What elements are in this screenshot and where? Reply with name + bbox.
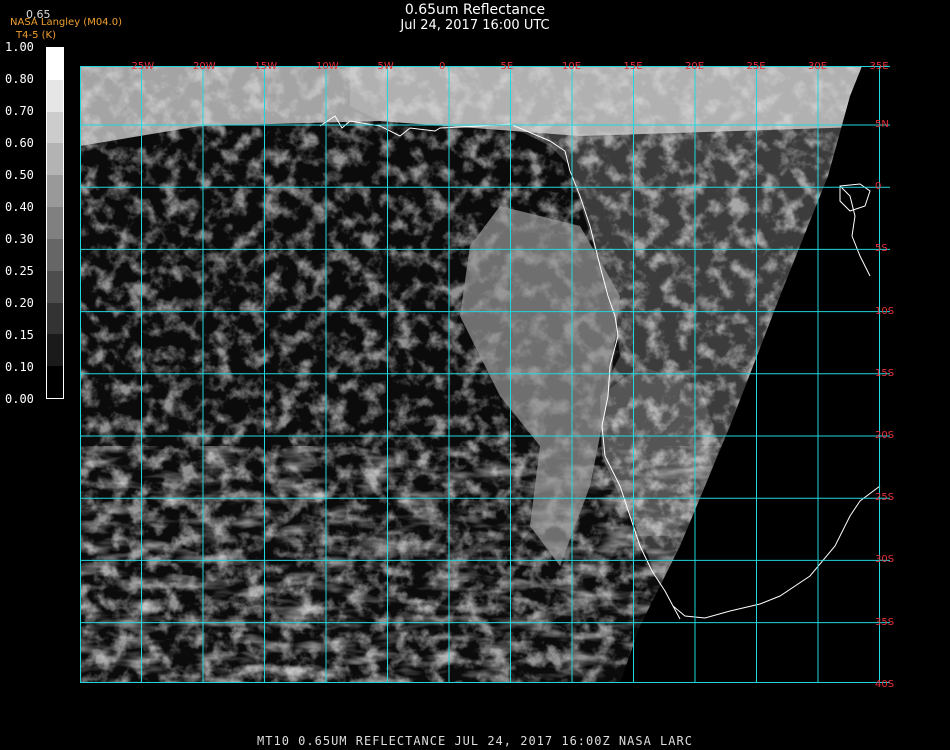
latitude-label: 10S	[875, 305, 895, 317]
reflectance-colorbar	[46, 47, 64, 399]
colorbar-label: 0.10	[5, 360, 34, 374]
latitude-label: 15S	[875, 367, 895, 379]
satellite-map	[80, 66, 890, 683]
colorbar-step	[47, 270, 63, 303]
longitude-label: 30E	[808, 61, 828, 72]
colorbar-label: 0.25	[5, 264, 34, 278]
colorbar-step	[47, 48, 63, 80]
colorbar-step	[47, 366, 63, 398]
colorbar-step	[47, 111, 63, 144]
latitude-label: 0	[875, 181, 882, 193]
longitude-label: 5E	[500, 61, 514, 72]
colorbar-label: 0.40	[5, 200, 34, 214]
latitude-label: 35S	[875, 616, 895, 628]
colorbar-label: 0.00	[5, 392, 34, 406]
longitude-label: 15W	[254, 61, 278, 72]
colorbar-label: 0.15	[5, 328, 34, 342]
latitude-label: 5N	[875, 119, 889, 130]
latitude-label: 20S	[875, 430, 895, 441]
colorbar-top-label: 0.65	[26, 8, 51, 21]
colorbar-label: 1.00	[5, 40, 34, 54]
map-subtitle: Jul 24, 2017 16:00 UTC	[400, 18, 550, 33]
longitude-label: 5W	[377, 61, 394, 72]
footer-caption: MT10 0.65UM REFLECTANCE JUL 24, 2017 16:…	[257, 734, 693, 748]
longitude-label: 25W	[131, 61, 155, 72]
longitude-label: 35E	[869, 61, 889, 72]
colorbar-step	[47, 238, 63, 271]
colorbar-label: 0.80	[5, 72, 34, 86]
latitude-label: 25S	[875, 492, 895, 504]
colorbar-step	[47, 207, 63, 239]
longitude-label: 0	[439, 61, 446, 72]
latitude-label: 40S	[875, 678, 895, 690]
colorbar-label: 0.20	[5, 296, 34, 310]
map-title: 0.65um Reflectance	[404, 2, 546, 18]
colorbar-step	[47, 175, 63, 208]
latitude-label: 30S	[875, 554, 895, 566]
longitude-label: 20W	[193, 61, 216, 72]
colorbar-step	[47, 143, 63, 176]
colorbar-label: 0.50	[5, 168, 34, 182]
longitude-label: 10E	[562, 61, 582, 72]
colorbar-step	[47, 79, 63, 112]
longitude-label: 20E	[685, 61, 705, 72]
latitude-label: 5S	[875, 243, 888, 255]
longitude-label: 25E	[746, 61, 766, 72]
colorbar-label: 0.70	[5, 104, 34, 118]
longitude-label: 15E	[623, 61, 643, 72]
colorbar-step	[47, 334, 63, 367]
colorbar-label: 0.60	[5, 136, 34, 150]
colorbar-step	[47, 302, 63, 335]
colorbar-label: 0.30	[5, 232, 34, 246]
longitude-label: 10W	[316, 61, 339, 72]
